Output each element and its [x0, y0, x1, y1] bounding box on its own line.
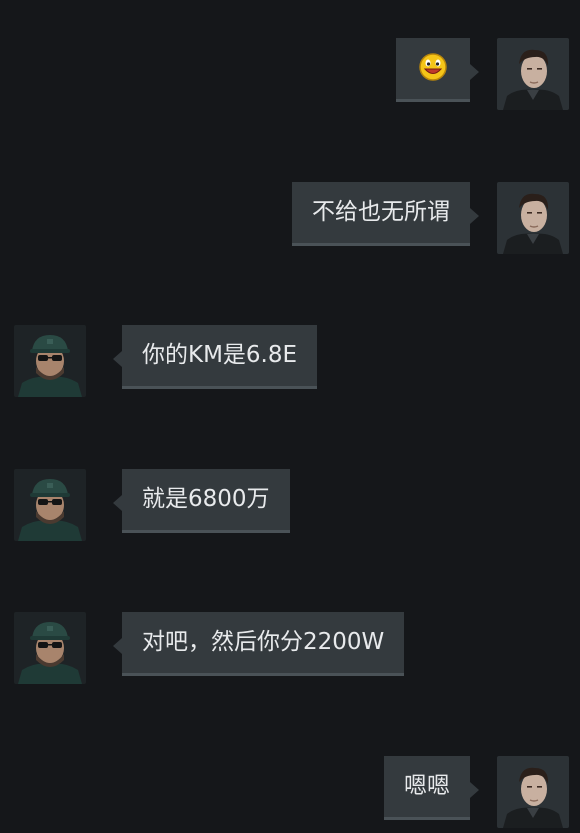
- avatar-other[interactable]: [14, 612, 86, 684]
- message-bubble[interactable]: 不给也无所谓: [292, 182, 470, 246]
- chat-message: 对吧，然后你分2200W: [0, 612, 580, 684]
- avatar-other[interactable]: [14, 469, 86, 541]
- message-bubble[interactable]: 嗯嗯: [384, 756, 470, 820]
- chat-window: 不给也无所谓 你的KM是6.8E 就是6800万 对吧，然后你分2200W 嗯嗯: [0, 0, 580, 833]
- chat-message: 你的KM是6.8E: [0, 325, 580, 397]
- chat-message: 就是6800万: [0, 469, 580, 541]
- avatar-self[interactable]: [497, 182, 569, 254]
- message-bubble[interactable]: 就是6800万: [122, 469, 290, 533]
- message-text: 你的KM是6.8E: [142, 342, 298, 368]
- chat-message: 不给也无所谓: [0, 182, 580, 254]
- chat-message: [0, 38, 580, 110]
- avatar-other[interactable]: [14, 325, 86, 397]
- message-text: 嗯嗯: [404, 773, 450, 799]
- smiley-face-icon: [419, 52, 447, 81]
- bubble-tail: [470, 64, 479, 80]
- message-bubble[interactable]: 你的KM是6.8E: [122, 325, 318, 389]
- message-text: 对吧，然后你分2200W: [142, 629, 385, 655]
- avatar-self[interactable]: [497, 756, 569, 828]
- message-bubble[interactable]: [396, 38, 470, 102]
- bubble-tail: [470, 782, 479, 798]
- chat-message: 嗯嗯: [0, 756, 580, 828]
- message-bubble[interactable]: 对吧，然后你分2200W: [122, 612, 405, 676]
- message-text: 就是6800万: [142, 486, 270, 512]
- bubble-tail: [113, 495, 122, 511]
- bubble-tail: [470, 208, 479, 224]
- message-text: 不给也无所谓: [312, 199, 450, 225]
- bubble-tail: [113, 351, 122, 367]
- avatar-self[interactable]: [497, 38, 569, 110]
- bubble-tail: [113, 638, 122, 654]
